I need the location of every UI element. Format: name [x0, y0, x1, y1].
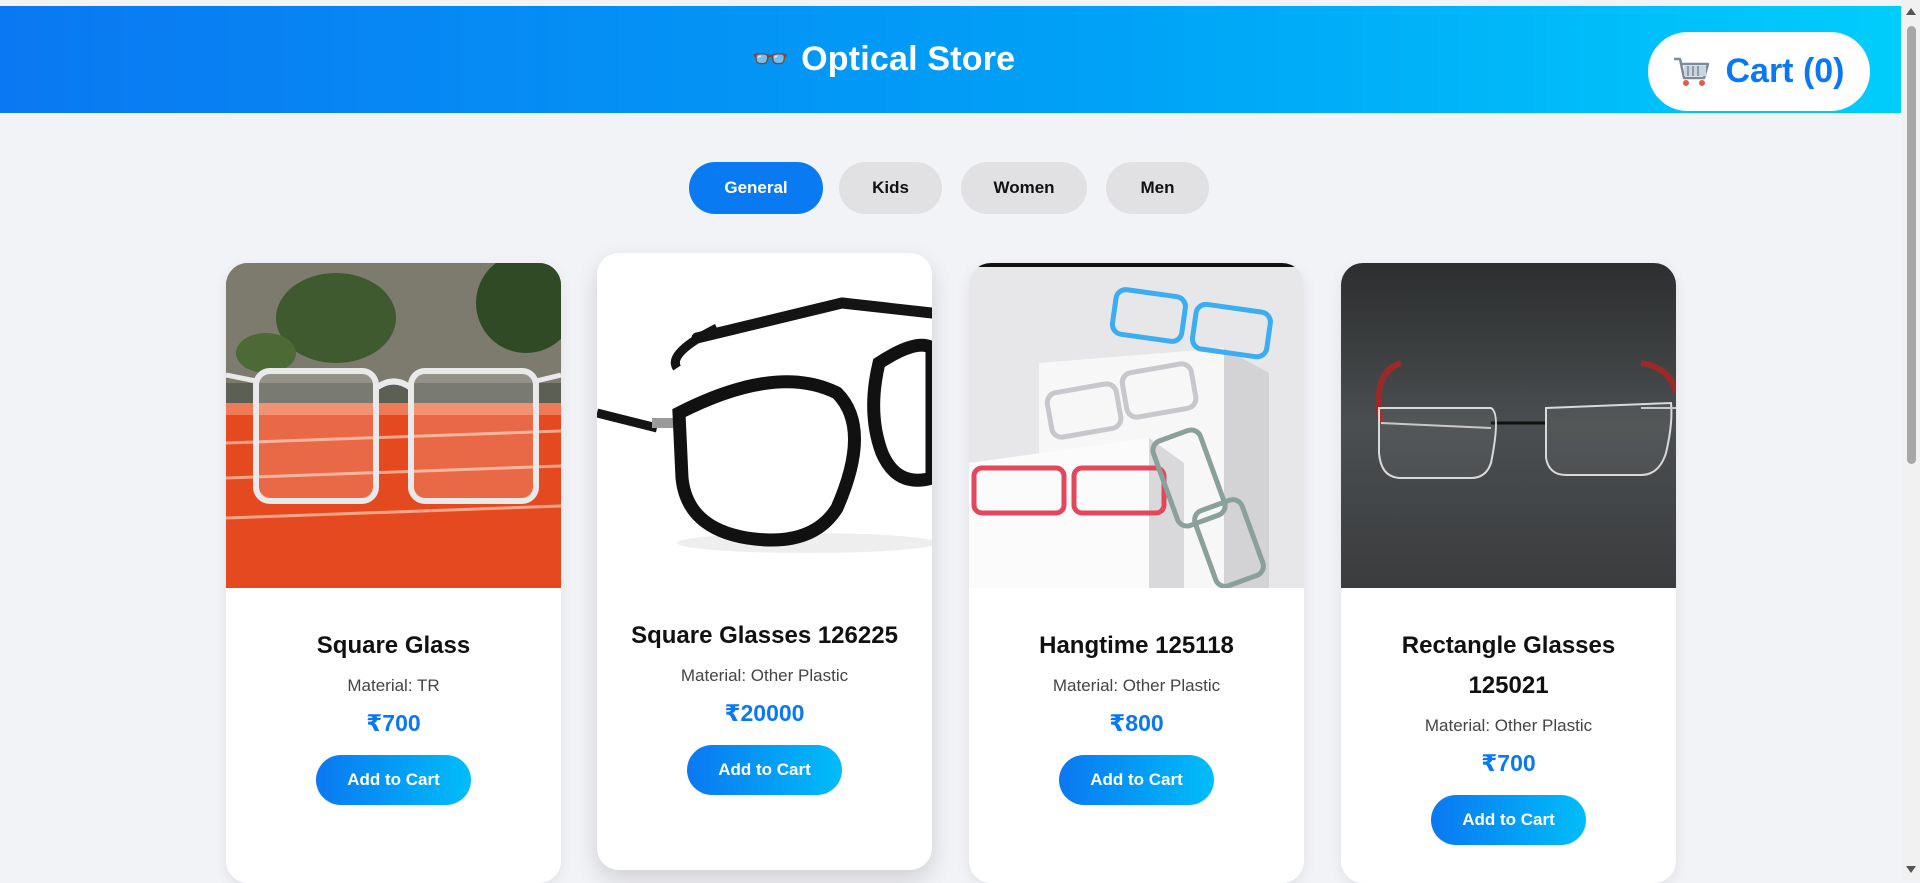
- product-material: Material: TR: [347, 676, 440, 695]
- tab-general[interactable]: General: [689, 162, 823, 214]
- tab-men[interactable]: Men: [1106, 162, 1209, 214]
- product-name: Hangtime 125118: [1039, 632, 1234, 659]
- product-card: Square Glass Material: TR ₹700 Add to Ca…: [226, 263, 561, 883]
- product-image[interactable]: [1341, 263, 1676, 588]
- product-card: Square Glasses 126225 Material: Other Pl…: [597, 253, 932, 870]
- product-card: Rectangle Glasses 125021 Material: Other…: [1341, 263, 1676, 883]
- product-card: Hangtime 125118 Material: Other Plastic …: [969, 263, 1304, 883]
- scroll-up-arrow-icon[interactable]: [1906, 8, 1916, 15]
- category-tabs: General Kids Women Men: [0, 162, 1901, 214]
- scroll-thumb[interactable]: [1907, 26, 1916, 464]
- product-material: Material: Other Plastic: [680, 666, 849, 685]
- product-image[interactable]: [597, 253, 932, 578]
- product-price: ₹700: [366, 710, 421, 736]
- header-bar: 👓 Optical Store Cart (0): [0, 6, 1901, 113]
- brand: 👓 Optical Store: [0, 6, 1834, 113]
- cart-label: Cart (0): [1725, 52, 1845, 90]
- add-to-cart-button[interactable]: Add to Cart: [1059, 755, 1214, 805]
- scroll-down-arrow-icon[interactable]: [1906, 866, 1916, 873]
- cart-icon: [1674, 57, 1710, 86]
- add-to-cart-button[interactable]: Add to Cart: [1431, 795, 1586, 845]
- product-price: ₹800: [1109, 710, 1164, 736]
- cart-button[interactable]: Cart (0): [1648, 32, 1870, 111]
- product-name: Square Glass: [316, 632, 471, 659]
- product-image[interactable]: [969, 263, 1304, 588]
- tab-women[interactable]: Women: [961, 162, 1087, 214]
- add-to-cart-button[interactable]: Add to Cart: [316, 755, 471, 805]
- vertical-scrollbar[interactable]: [1902, 0, 1920, 880]
- store-title: Optical Store: [801, 40, 1016, 78]
- product-material: Material: Other Plastic: [1052, 676, 1221, 695]
- glasses-icon: 👓: [751, 42, 790, 76]
- product-price: ₹700: [1481, 750, 1536, 776]
- product-image[interactable]: [226, 263, 561, 588]
- product-material: Material: Other Plastic: [1424, 716, 1593, 735]
- tab-kids[interactable]: Kids: [839, 162, 942, 214]
- product-price: ₹20000: [724, 700, 805, 726]
- product-name: Square Glasses 126225: [631, 622, 898, 649]
- product-name: Rectangle Glasses 125021: [1401, 632, 1616, 699]
- add-to-cart-button[interactable]: Add to Cart: [687, 745, 842, 795]
